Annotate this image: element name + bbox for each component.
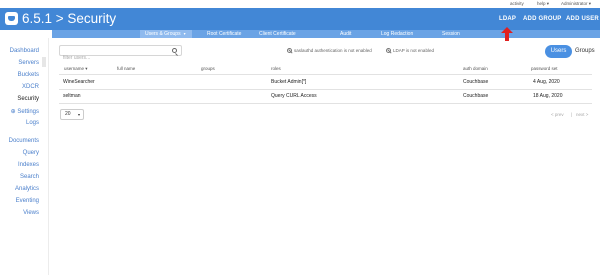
table-header-divider xyxy=(59,74,592,75)
tab-label: Users & Groups xyxy=(145,31,181,37)
search-icon[interactable] xyxy=(172,48,177,53)
column-header-groups[interactable]: groups xyxy=(201,66,215,71)
table-row[interactable]: WineSearcher Bucket Admin[*] Couchbase 4… xyxy=(59,76,592,89)
sidebar-item-xdcr[interactable]: XDCR xyxy=(22,84,39,90)
sidebar-item-security[interactable]: Security xyxy=(17,96,39,102)
expand-icon: ⊕ xyxy=(10,109,16,115)
sidebar-item-logs[interactable]: Logs xyxy=(26,120,39,126)
column-header-roles[interactable]: roles xyxy=(271,66,281,71)
ldap-notice-text: LDAP is not enabled xyxy=(393,48,434,53)
sidebar-item-buckets[interactable]: Buckets xyxy=(18,72,39,78)
utility-bar: activity help ▾ Administrator ▾ xyxy=(0,0,600,8)
sidebar-item-views[interactable]: Views xyxy=(23,210,39,216)
tab-root-certificate[interactable]: Root Certificate xyxy=(207,30,241,38)
chevron-down-icon: ▾ xyxy=(183,31,186,36)
cell-password-set: 18 Aug, 2020 xyxy=(533,93,563,99)
cell-auth-domain: Couchbase xyxy=(463,93,489,99)
next-page-link[interactable]: next > xyxy=(576,112,588,117)
filter-users-input[interactable] xyxy=(60,53,160,63)
column-header-username[interactable]: username ▾ xyxy=(64,66,88,72)
cell-roles: Bucket Admin[*] xyxy=(271,79,307,85)
filter-users-field xyxy=(59,45,182,63)
sidebar-item-servers[interactable]: Servers xyxy=(18,60,39,66)
tab-log-redaction[interactable]: Log Redaction xyxy=(381,30,413,38)
security-tabs: Users & Groups ▾ Root Certificate Client … xyxy=(52,30,600,38)
sidebar-item-eventing[interactable]: Eventing xyxy=(16,198,39,204)
chevron-down-icon: ▾ xyxy=(77,112,80,117)
help-menu[interactable]: help ▾ xyxy=(537,0,549,8)
active-item-marker xyxy=(42,57,46,67)
admin-menu[interactable]: Administrator ▾ xyxy=(561,0,591,8)
cell-password-set: 4 Aug, 2020 xyxy=(533,79,560,85)
prev-page-link[interactable]: < prev xyxy=(551,112,564,117)
per-page-value: 20 xyxy=(65,111,71,117)
add-user-button[interactable]: ADD USER xyxy=(566,8,599,30)
cell-roles: Query CURL Access xyxy=(271,93,317,99)
per-page-select[interactable]: 20 ▾ xyxy=(60,109,84,120)
tab-client-certificate[interactable]: Client Certificate xyxy=(259,30,296,38)
table-row[interactable]: seltman Query CURL Access Couchbase 18 A… xyxy=(59,90,592,103)
column-header-password-set[interactable]: password set xyxy=(531,66,558,71)
sidebar-item-dashboard[interactable]: Dashboard xyxy=(10,48,39,54)
cell-auth-domain: Couchbase xyxy=(463,79,489,85)
tab-session[interactable]: Session xyxy=(442,30,460,38)
red-arrow-annotation-icon xyxy=(501,27,513,41)
page-title: 6.5.1 > Security xyxy=(22,11,117,26)
groups-toggle-button[interactable]: Groups xyxy=(575,45,595,58)
activity-link[interactable]: activity xyxy=(510,0,524,8)
sidebar-item-label: Settings xyxy=(17,109,39,115)
sidebar-divider xyxy=(48,38,49,275)
tab-audit[interactable]: Audit xyxy=(340,30,351,38)
sidebar-item-indexes[interactable]: Indexes xyxy=(18,162,39,168)
column-header-full-name[interactable]: full name xyxy=(117,66,135,71)
sidebar-item-documents[interactable]: Documents xyxy=(9,138,39,144)
saslauthd-notice: saslauthd authentication is not enabled xyxy=(287,48,372,54)
pager-separator: | xyxy=(571,112,573,117)
disabled-icon xyxy=(287,48,292,54)
ldap-notice: LDAP is not enabled xyxy=(386,48,434,54)
cell-username: WineSearcher xyxy=(63,79,95,85)
saslauthd-notice-text: saslauthd authentication is not enabled xyxy=(294,48,372,53)
sidebar-item-search[interactable]: Search xyxy=(20,174,39,180)
sidebar-item-settings[interactable]: ⊕ Settings xyxy=(11,108,39,115)
couchbase-logo-icon[interactable] xyxy=(5,12,18,25)
sidebar-item-query[interactable]: Query xyxy=(23,150,39,156)
add-group-button[interactable]: ADD GROUP xyxy=(523,8,561,30)
row-divider xyxy=(59,103,592,104)
column-header-auth-domain[interactable]: auth domain xyxy=(463,66,488,71)
sidebar-item-analytics[interactable]: Analytics xyxy=(15,186,39,192)
users-toggle-button[interactable]: Users xyxy=(545,45,572,58)
cell-username: seltman xyxy=(63,93,81,99)
disabled-icon xyxy=(386,48,391,54)
tab-users-groups[interactable]: Users & Groups ▾ xyxy=(140,30,192,38)
